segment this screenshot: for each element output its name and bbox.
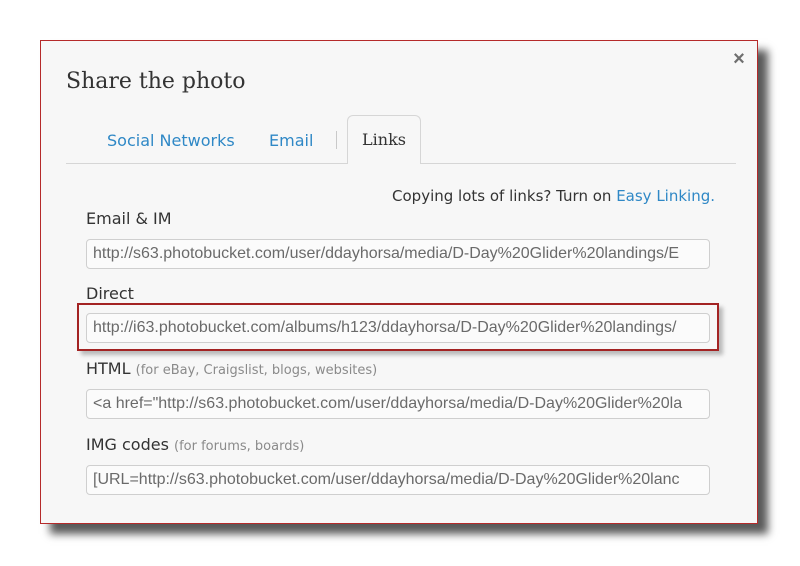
tab-social-networks[interactable]: Social Networks — [107, 131, 235, 150]
tab-links[interactable]: Links — [347, 115, 421, 164]
share-tabs: Social Networks Email Links — [66, 115, 736, 164]
easy-linking-hint: Copying lots of links? Turn on Easy Link… — [392, 187, 715, 205]
img-codes-label-text: IMG codes — [86, 435, 169, 454]
tab-divider — [336, 131, 337, 149]
direct-label: Direct — [86, 284, 134, 303]
html-label-text: HTML — [86, 359, 131, 378]
img-code-field[interactable] — [86, 465, 710, 495]
email-im-label-text: Email & IM — [86, 209, 172, 228]
easy-linking-link[interactable]: Easy Linking. — [616, 187, 715, 205]
html-label: HTML (for eBay, Craigslist, blogs, websi… — [86, 359, 377, 378]
direct-link-field[interactable] — [86, 313, 710, 343]
email-im-label: Email & IM — [86, 209, 172, 228]
html-label-note: (for eBay, Craigslist, blogs, websites) — [135, 363, 378, 378]
tab-email[interactable]: Email — [269, 131, 313, 150]
html-code-field[interactable] — [86, 389, 710, 419]
direct-label-text: Direct — [86, 284, 134, 303]
img-codes-label: IMG codes (for forums, boards) — [86, 435, 304, 454]
close-icon[interactable]: × — [731, 49, 747, 69]
email-im-link-field[interactable] — [86, 239, 710, 269]
img-codes-label-note: (for forums, boards) — [174, 439, 305, 454]
dialog-title: Share the photo — [66, 69, 246, 94]
hint-text: Copying lots of links? Turn on — [392, 187, 617, 205]
share-photo-dialog: × Share the photo Social Networks Email … — [40, 40, 758, 524]
